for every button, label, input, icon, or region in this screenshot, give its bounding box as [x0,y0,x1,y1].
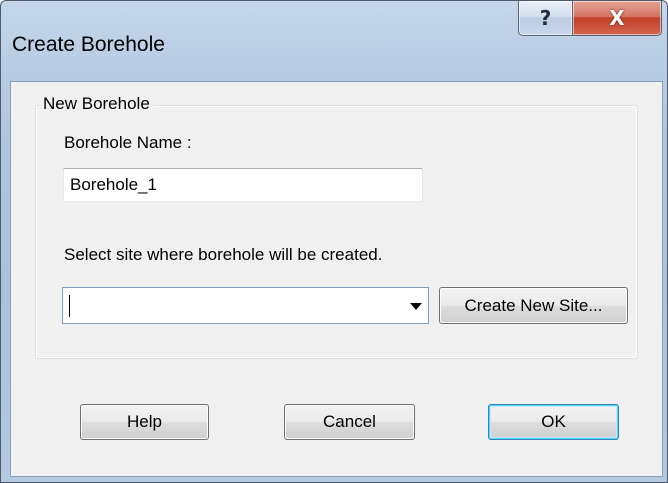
title-close-button[interactable]: X [573,1,662,36]
create-new-site-button[interactable]: Create New Site... [439,287,628,324]
borehole-name-input[interactable] [63,168,423,202]
question-mark-icon: ? [539,6,552,30]
cancel-button[interactable]: Cancel [284,404,415,440]
ok-button[interactable]: OK [488,404,619,440]
site-combobox[interactable] [62,287,429,324]
window-title: Create Borehole [12,33,165,56]
select-site-label: Select site where borehole will be creat… [64,245,383,264]
close-icon: X [609,6,625,30]
create-borehole-dialog: Create Borehole ? X New Borehole Borehol… [0,0,668,483]
text-caret [69,295,70,317]
title-bar[interactable]: Create Borehole ? X [1,1,667,81]
dialog-body: New Borehole Borehole Name : Select site… [10,81,663,477]
title-help-button[interactable]: ? [518,1,573,36]
help-button[interactable]: Help [80,404,209,440]
borehole-name-label: Borehole Name : [64,133,192,152]
chevron-down-icon[interactable] [410,303,422,310]
title-bar-buttons: ? X [518,1,663,37]
group-legend: New Borehole [40,94,153,114]
